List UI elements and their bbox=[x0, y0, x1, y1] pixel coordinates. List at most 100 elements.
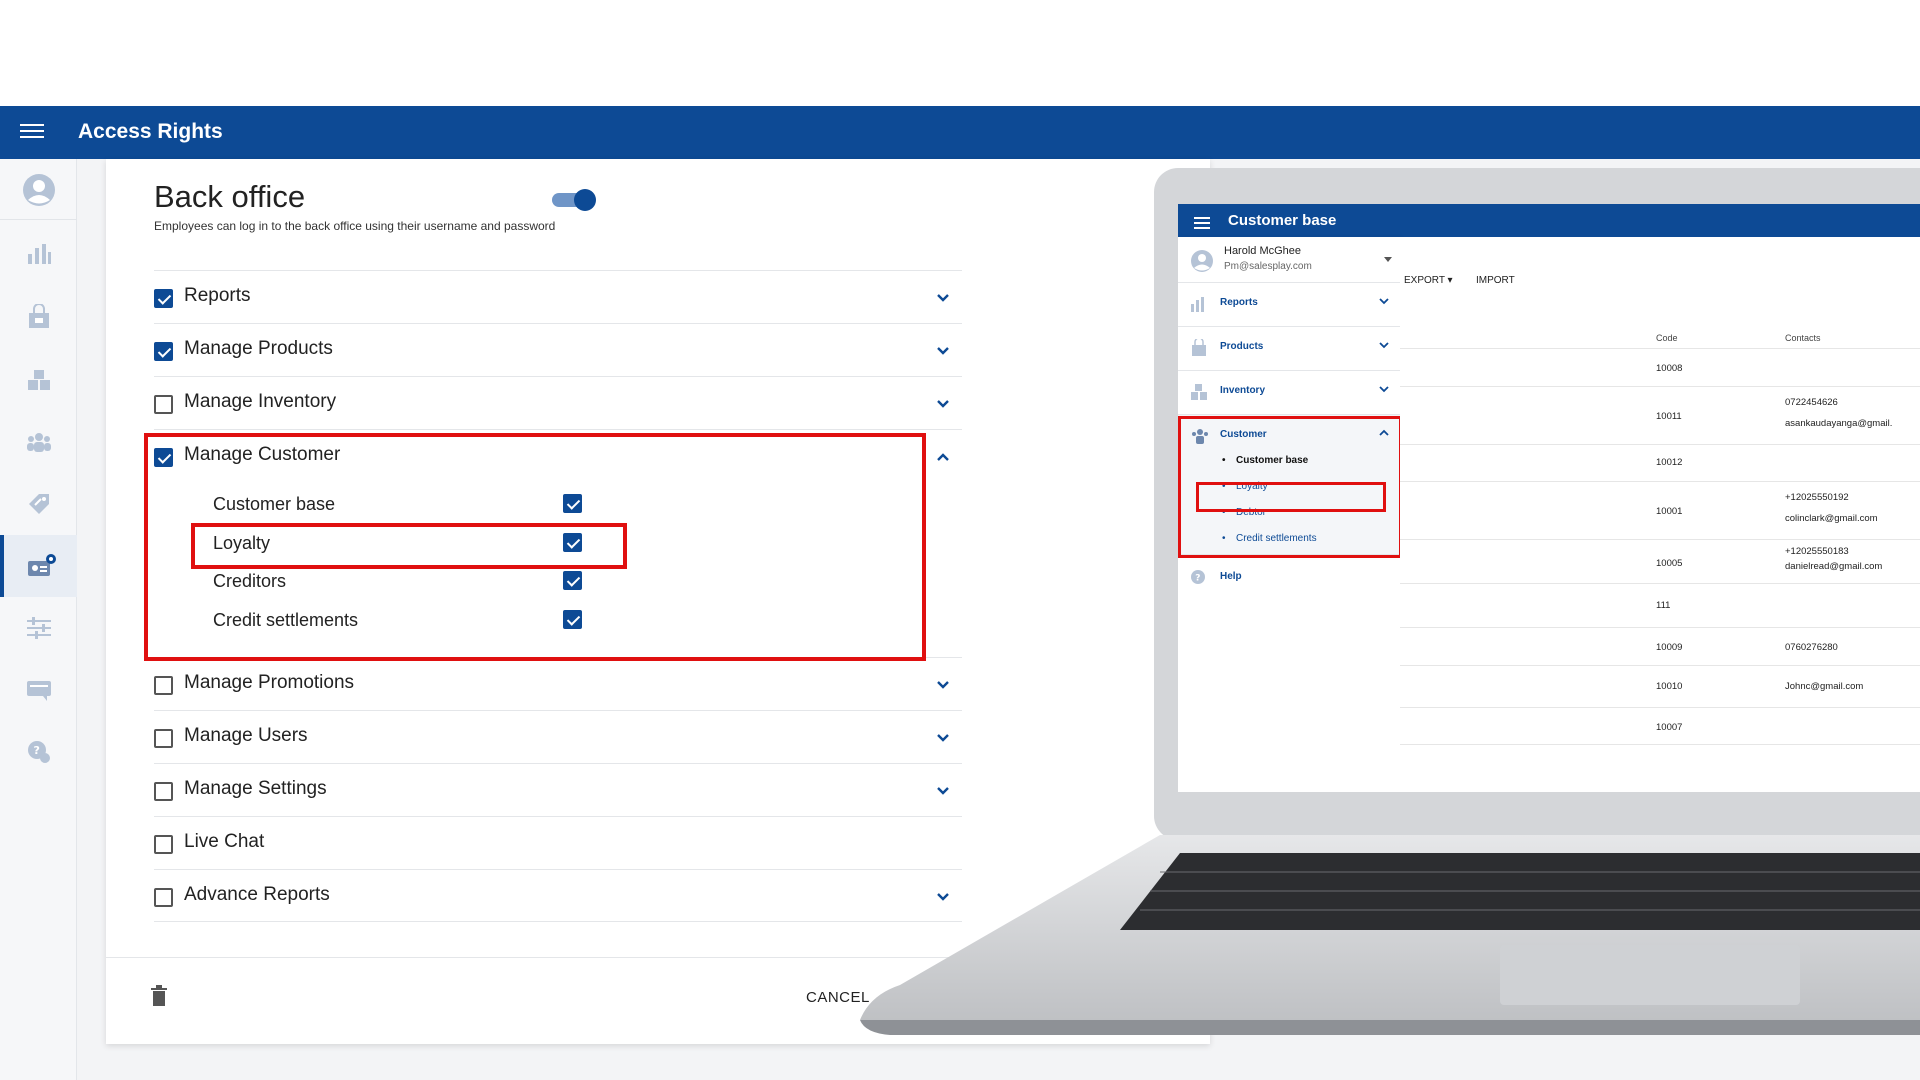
sub-loyalty: Loyalty bbox=[213, 529, 633, 559]
app-title: Access Rights bbox=[78, 120, 223, 143]
screen-import-button: IMPORT bbox=[1476, 275, 1515, 286]
back-office-toggle[interactable] bbox=[552, 189, 596, 211]
rail-user[interactable] bbox=[0, 159, 77, 221]
screen-nav-customer: Customer Customer base Loyalty Debtor Cr… bbox=[1178, 415, 1400, 555]
screen-cell-code: 10010 bbox=[1656, 681, 1683, 692]
perm-label: Live Chat bbox=[184, 831, 265, 852]
screen-table-row: 10012 bbox=[1400, 444, 1920, 481]
screen-sub-debtor: Debtor bbox=[1222, 507, 1266, 518]
screen-cell-code: 10011 bbox=[1656, 411, 1682, 422]
screen-table-row: 10008 bbox=[1400, 348, 1920, 386]
perm-manage-customer: Manage Customer Customer base Loyalty Cr… bbox=[154, 429, 962, 657]
manage-promotions-checkbox[interactable] bbox=[154, 676, 173, 695]
perm-manage-settings: Manage Settings bbox=[154, 763, 962, 816]
sub-label: Loyalty bbox=[213, 533, 271, 553]
screen-table-row: 10010 Johnc@gmail.com bbox=[1400, 665, 1920, 707]
screen-cell-contact: 0760276280 bbox=[1785, 642, 1838, 653]
svg-text:?: ? bbox=[1195, 574, 1200, 584]
perm-manage-inventory: Manage Inventory bbox=[154, 376, 962, 429]
screen-cell-contact: danielread@gmail.com bbox=[1785, 561, 1883, 572]
laptop-keyboard bbox=[860, 835, 1920, 1035]
rail-customers[interactable] bbox=[0, 411, 77, 473]
screen-nav-reports: Reports bbox=[1178, 283, 1400, 327]
svg-text:?: ? bbox=[33, 744, 39, 757]
screen-nav-products: Products bbox=[1178, 327, 1400, 371]
inventory-icon bbox=[1191, 384, 1207, 400]
help-icon: ? bbox=[27, 741, 50, 763]
screen-nav-label: Customer bbox=[1220, 429, 1267, 440]
loyalty-checkbox[interactable] bbox=[563, 533, 582, 552]
chevron-up-icon[interactable] bbox=[934, 448, 952, 466]
chat-icon bbox=[26, 681, 51, 701]
rail-reports[interactable] bbox=[0, 222, 77, 284]
settings-icon bbox=[26, 617, 51, 639]
advance-reports-checkbox[interactable] bbox=[154, 888, 173, 907]
perm-reports: Reports bbox=[154, 270, 962, 323]
help-icon: ? bbox=[1191, 570, 1205, 584]
avatar-icon bbox=[1191, 250, 1213, 272]
rail-settings[interactable] bbox=[0, 597, 77, 659]
manage-products-checkbox[interactable] bbox=[154, 342, 173, 361]
screen-cell-code: 10012 bbox=[1656, 457, 1683, 468]
manage-customer-checkbox[interactable] bbox=[154, 448, 173, 467]
rail-promotions[interactable] bbox=[0, 473, 77, 535]
rail-products[interactable] bbox=[0, 286, 77, 348]
manage-users-checkbox[interactable] bbox=[154, 729, 173, 748]
perm-manage-users: Manage Users bbox=[154, 710, 962, 763]
reports-checkbox[interactable] bbox=[154, 289, 173, 308]
card-title: Back office bbox=[154, 179, 306, 214]
screen-cell-contact: colinclark@gmail.com bbox=[1785, 513, 1878, 524]
chevron-down-icon[interactable] bbox=[934, 782, 952, 800]
screen-table-row: 10011 0722454626 asankaudayanga@gmail. bbox=[1400, 386, 1920, 444]
perm-label: Manage Settings bbox=[184, 778, 327, 799]
laptop-screen: Customer base Harold McGhee Pm@salesplay… bbox=[1178, 204, 1920, 792]
screen-nav-label: Reports bbox=[1220, 297, 1258, 308]
screen-nav-help: ? Help bbox=[1178, 557, 1400, 601]
manage-settings-checkbox[interactable] bbox=[154, 782, 173, 801]
chevron-down-icon bbox=[1379, 298, 1389, 305]
perm-label: Advance Reports bbox=[184, 884, 330, 905]
screen-sub-credit-settlements: Credit settlements bbox=[1222, 533, 1317, 544]
screen-user-email: Pm@salesplay.com bbox=[1224, 261, 1312, 272]
menu-icon[interactable] bbox=[20, 120, 44, 144]
screen-user: Harold McGhee Pm@salesplay.com bbox=[1178, 237, 1400, 283]
rail-help[interactable]: ? bbox=[0, 721, 77, 783]
screen-cell-code: 10001 bbox=[1656, 506, 1683, 517]
sub-customer-base: Customer base bbox=[213, 490, 633, 520]
creditors-checkbox[interactable] bbox=[563, 571, 582, 590]
perm-label: Manage Inventory bbox=[184, 391, 337, 412]
live-chat-checkbox[interactable] bbox=[154, 835, 173, 854]
reports-icon bbox=[1191, 297, 1204, 312]
rail-divider bbox=[0, 219, 77, 220]
screen-app-bar: Customer base bbox=[1178, 204, 1920, 237]
chevron-down-icon[interactable] bbox=[934, 395, 952, 413]
chevron-down-icon[interactable] bbox=[934, 729, 952, 747]
rail-customer-admin[interactable] bbox=[0, 535, 77, 597]
screen-table-row: 10007 bbox=[1400, 707, 1920, 745]
rail-chat[interactable] bbox=[0, 659, 77, 721]
screen-nav-label: Inventory bbox=[1220, 385, 1266, 396]
manage-inventory-checkbox[interactable] bbox=[154, 395, 173, 414]
screen-user-name: Harold McGhee bbox=[1224, 245, 1302, 257]
sub-label: Creditors bbox=[213, 571, 287, 591]
screen-nav-label: Products bbox=[1220, 341, 1264, 352]
screen-sub-loyalty: Loyalty bbox=[1222, 481, 1268, 492]
chevron-down-icon bbox=[1379, 342, 1389, 349]
user-icon bbox=[22, 174, 55, 206]
perm-live-chat: Live Chat bbox=[154, 816, 962, 869]
rail-inventory[interactable] bbox=[0, 349, 77, 411]
perm-label: Manage Promotions bbox=[184, 672, 355, 693]
customer-base-checkbox[interactable] bbox=[563, 494, 582, 513]
trash-icon[interactable] bbox=[150, 985, 168, 1007]
products-icon bbox=[1192, 339, 1206, 356]
screen-cell-contact: +12025550183 bbox=[1785, 546, 1849, 557]
chevron-down-icon[interactable] bbox=[934, 342, 952, 360]
chevron-down-icon[interactable] bbox=[934, 289, 952, 307]
credit-settlements-checkbox[interactable] bbox=[563, 610, 582, 629]
screen-cell-contact: Johnc@gmail.com bbox=[1785, 681, 1864, 692]
side-rail: ? bbox=[0, 159, 77, 1080]
screen-table-row: 10005 +12025550183 danielread@gmail.com bbox=[1400, 539, 1920, 583]
screen-title: Customer base bbox=[1228, 212, 1337, 229]
chevron-down-icon[interactable] bbox=[934, 676, 952, 694]
customers-icon bbox=[26, 433, 51, 452]
